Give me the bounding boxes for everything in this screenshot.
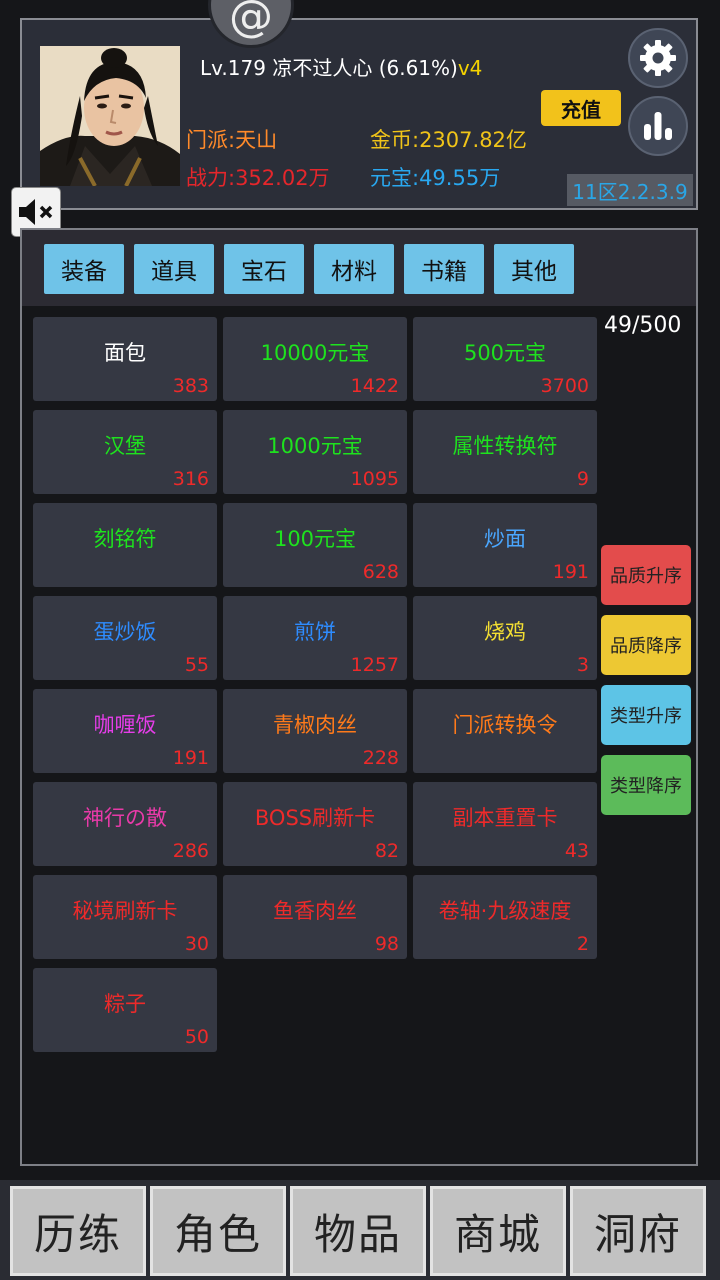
item-count: 3700	[540, 375, 589, 397]
player-name: 凉不过人心	[272, 56, 373, 80]
inventory-item[interactable]: 1000元宝 1095	[223, 410, 407, 494]
inventory-item[interactable]: 10000元宝 1422	[223, 317, 407, 401]
item-name: 汉堡	[104, 434, 146, 458]
item-count: 30	[184, 933, 209, 955]
inventory-item[interactable]: 汉堡 316	[33, 410, 217, 494]
item-name: 炒面	[484, 527, 526, 551]
item-name: 青椒肉丝	[273, 713, 357, 737]
sort-type-asc-button[interactable]: 类型升序	[601, 685, 691, 745]
tab-props[interactable]: 道具	[134, 244, 214, 294]
tab-gems[interactable]: 宝石	[224, 244, 304, 294]
item-count: 50	[184, 1026, 209, 1048]
sort-quality-desc-button[interactable]: 品质降序	[601, 615, 691, 675]
item-count: 55	[184, 654, 209, 676]
server-label: 11区2.2.3.9	[567, 174, 693, 206]
item-name: 煎饼	[294, 620, 336, 644]
inventory-item[interactable]: 神行の散 286	[33, 782, 217, 866]
player-title: Lv.179 凉不过人心 (6.61%)v4	[200, 52, 482, 81]
tab-other[interactable]: 其他	[494, 244, 574, 294]
item-count: 1095	[350, 468, 399, 490]
inventory-item[interactable]: 100元宝 628	[223, 503, 407, 587]
inventory-item[interactable]: 咖喱饭 191	[33, 689, 217, 773]
item-name: 刻铭符	[93, 527, 157, 551]
tab-materials[interactable]: 材料	[314, 244, 394, 294]
item-count: 9	[576, 468, 589, 490]
inventory-capacity: 49/500	[604, 313, 682, 338]
item-name: 神行の散	[83, 806, 167, 830]
tab-equipment[interactable]: 装备	[44, 244, 124, 294]
item-count: 316	[172, 468, 209, 490]
item-count: 1422	[350, 375, 399, 397]
inventory-item[interactable]: 煎饼 1257	[223, 596, 407, 680]
item-count: 228	[362, 747, 399, 769]
item-name: 咖喱饭	[93, 713, 157, 737]
item-name: 鱼香肉丝	[273, 899, 357, 923]
item-count: 82	[374, 840, 399, 862]
inventory-item[interactable]: 门派转换令	[413, 689, 597, 773]
item-count: 286	[172, 840, 209, 862]
nav-shop[interactable]: 商城	[430, 1186, 566, 1276]
item-name: 蛋炒饭	[93, 620, 157, 644]
inventory-item[interactable]: 刻铭符	[33, 503, 217, 587]
item-count: 3	[576, 654, 589, 676]
item-name: 100元宝	[273, 527, 357, 551]
mute-icon	[19, 199, 53, 225]
item-name: 卷轴·九级速度	[438, 899, 572, 923]
inventory-item[interactable]: 粽子 50	[33, 968, 217, 1052]
inventory-item[interactable]: 卷轴·九级速度 2	[413, 875, 597, 959]
item-count: 1257	[350, 654, 399, 676]
item-name: BOSS刷新卡	[254, 806, 376, 830]
avatar[interactable]	[40, 46, 180, 186]
stats-button[interactable]	[628, 96, 688, 156]
item-name: 粽子	[104, 992, 146, 1016]
tab-books[interactable]: 书籍	[404, 244, 484, 294]
sort-quality-asc-button[interactable]: 品质升序	[601, 545, 691, 605]
gold-label: 金币:2307.82亿	[370, 128, 527, 152]
nav-training[interactable]: 历练	[10, 1186, 146, 1276]
inventory-item[interactable]: 炒面 191	[413, 503, 597, 587]
recharge-button[interactable]: 充值	[541, 90, 621, 126]
inventory-item[interactable]: 500元宝 3700	[413, 317, 597, 401]
ingot-label: 元宝:49.55万	[370, 166, 501, 190]
item-name: 10000元宝	[260, 341, 370, 365]
nav-character[interactable]: 角色	[150, 1186, 286, 1276]
gear-icon	[640, 40, 676, 76]
nav-items[interactable]: 物品	[290, 1186, 426, 1276]
item-count: 98	[374, 933, 399, 955]
item-count: 43	[564, 840, 589, 862]
inventory-item[interactable]: 属性转换符 9	[413, 410, 597, 494]
item-name: 属性转换符	[452, 434, 558, 458]
inventory-item[interactable]: 鱼香肉丝 98	[223, 875, 407, 959]
nav-cave[interactable]: 洞府	[570, 1186, 706, 1276]
inventory-item[interactable]: 副本重置卡 43	[413, 782, 597, 866]
item-count: 383	[172, 375, 209, 397]
item-count: 191	[172, 747, 209, 769]
item-count: 191	[552, 561, 589, 583]
sort-type-desc-button[interactable]: 类型降序	[601, 755, 691, 815]
bar-chart-icon	[644, 112, 672, 140]
item-name: 秘境刷新卡	[72, 899, 178, 923]
item-name: 1000元宝	[267, 434, 363, 458]
inventory-item[interactable]: 秘境刷新卡 30	[33, 875, 217, 959]
level: Lv.179	[200, 56, 266, 80]
item-name: 500元宝	[463, 341, 547, 365]
item-name: 门派转换令	[452, 713, 558, 737]
item-name: 烧鸡	[484, 620, 526, 644]
inventory-item[interactable]: 青椒肉丝 228	[223, 689, 407, 773]
inventory-item[interactable]: 蛋炒饭 55	[33, 596, 217, 680]
inventory-item[interactable]: BOSS刷新卡 82	[223, 782, 407, 866]
power-label: 战力:352.02万	[186, 166, 330, 190]
settings-button[interactable]	[628, 28, 688, 88]
inventory-item[interactable]: 烧鸡 3	[413, 596, 597, 680]
inventory-item[interactable]: 面包 383	[33, 317, 217, 401]
avatar-portrait	[40, 46, 180, 186]
item-name: 副本重置卡	[452, 806, 558, 830]
item-count: 628	[362, 561, 399, 583]
item-count: 2	[576, 933, 589, 955]
exp-percent: (6.61%)	[378, 56, 458, 80]
vip-level: v4	[457, 56, 483, 80]
sect-label: 门派:天山	[186, 128, 278, 152]
item-name: 面包	[104, 341, 146, 365]
